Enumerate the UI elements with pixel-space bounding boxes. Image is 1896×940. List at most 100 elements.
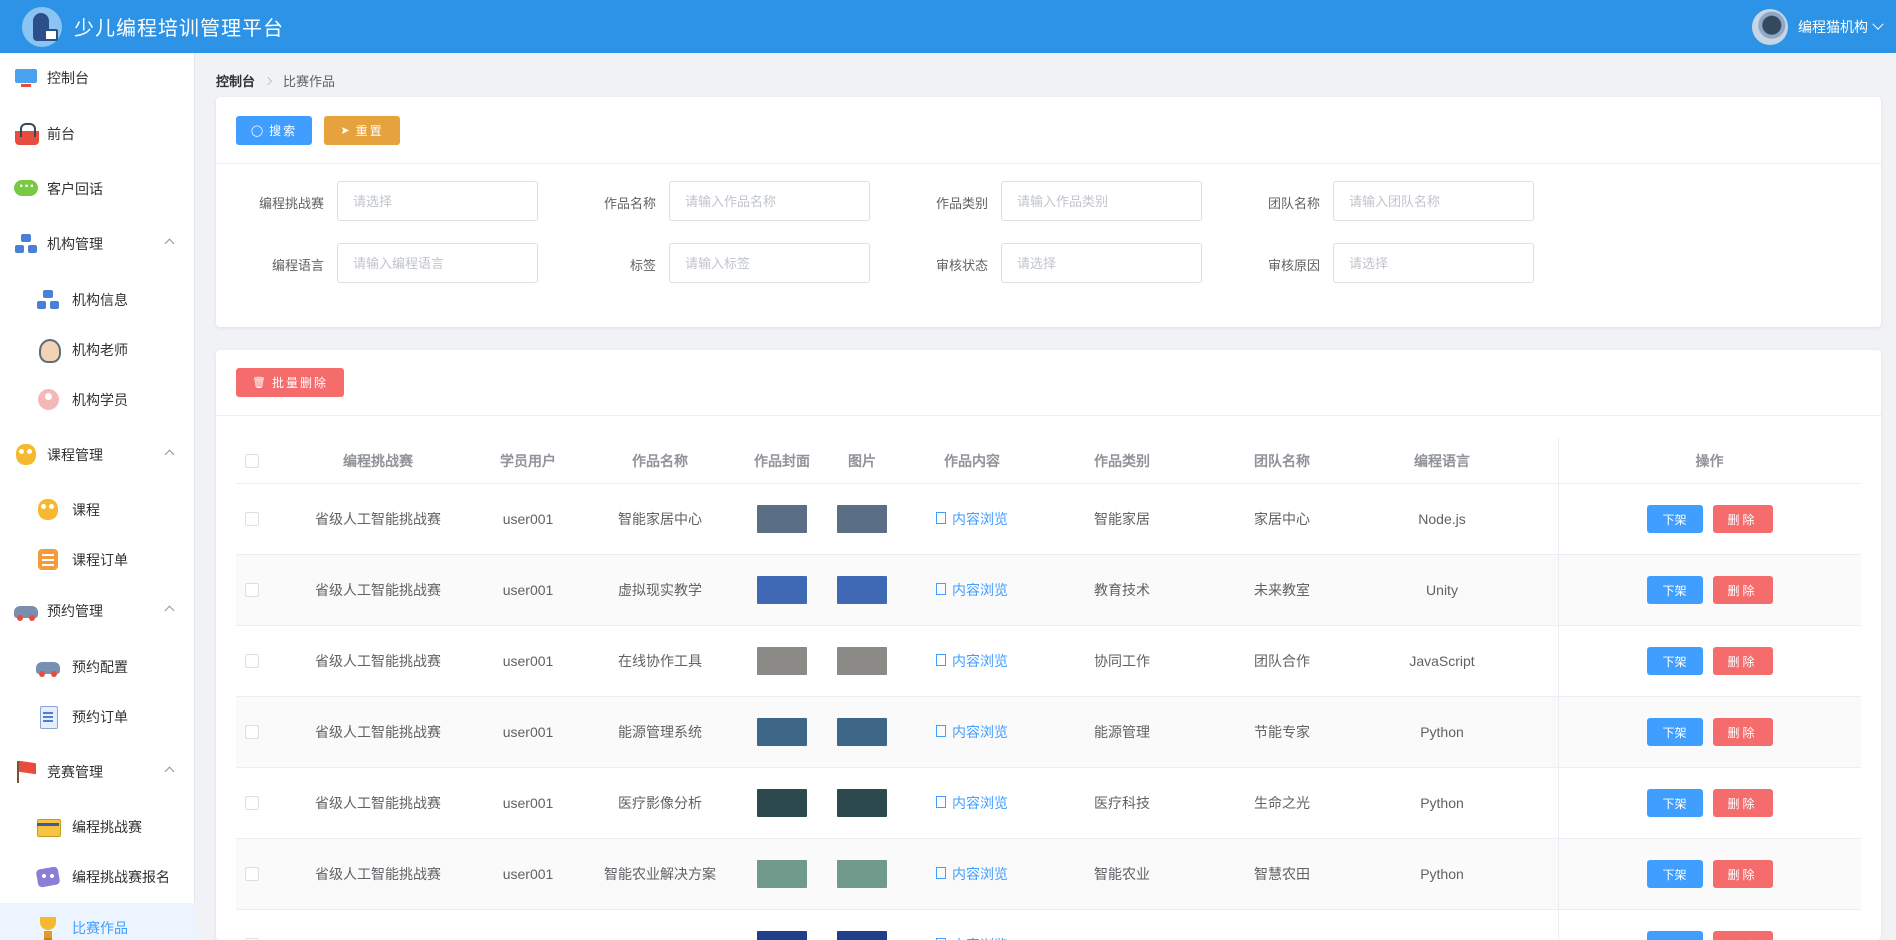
- content-browse-link[interactable]: 内容浏览: [936, 722, 1008, 742]
- row-checkbox[interactable]: [245, 512, 259, 526]
- works-table-panel: 🗑 批量删除 编程挑战赛 学员用户 作品名称 作品封面 图片 作品内容 作品类别 团队名称 编程…: [216, 350, 1881, 940]
- sidebar-item-label: 预约管理: [47, 603, 103, 619]
- row-checkbox[interactable]: [245, 654, 259, 668]
- cover-thumbnail[interactable]: [757, 718, 807, 746]
- filter-input[interactable]: [1001, 243, 1202, 283]
- image-thumbnail[interactable]: [837, 505, 887, 533]
- content-browse-link[interactable]: 内容浏览: [936, 935, 1008, 940]
- chevron-down-icon[interactable]: [1872, 18, 1884, 30]
- cover-thumbnail[interactable]: [757, 789, 807, 817]
- user-menu[interactable]: 编程猫机构: [1752, 0, 1884, 53]
- delete-button[interactable]: 删除: [1712, 860, 1773, 888]
- sidebar-item[interactable]: 预约配置: [0, 642, 195, 692]
- breadcrumb-home[interactable]: 控制台: [216, 71, 255, 90]
- user-name[interactable]: 编程猫机构: [1798, 17, 1868, 37]
- row-checkbox[interactable]: [245, 796, 259, 810]
- sidebar-item[interactable]: 控制台: [0, 53, 195, 103]
- contest-cell: 省级人工智能挑战赛: [315, 511, 441, 527]
- chevron-up-icon[interactable]: [164, 238, 175, 249]
- row-checkbox[interactable]: [245, 725, 259, 739]
- category-cell: 能源管理: [1094, 724, 1150, 740]
- image-thumbnail[interactable]: [837, 647, 887, 675]
- select-all-checkbox[interactable]: [245, 453, 259, 468]
- cover-thumbnail[interactable]: [757, 505, 807, 533]
- filter-input[interactable]: [337, 243, 538, 283]
- sidebar-item[interactable]: 机构管理: [0, 219, 195, 269]
- sidebar-item[interactable]: 编程挑战赛报名: [0, 852, 195, 902]
- sidebar-item[interactable]: 竞赛管理: [0, 747, 195, 797]
- content-cell: 内容浏览: [902, 555, 1042, 625]
- delete-button[interactable]: 删除: [1712, 576, 1773, 604]
- cover-thumbnail[interactable]: [757, 647, 807, 675]
- chevron-up-icon[interactable]: [164, 605, 175, 616]
- row-select-cell: [236, 555, 268, 625]
- search-button[interactable]: ◯ 搜索: [236, 116, 312, 145]
- top-header: 少儿编程培训管理平台 编程猫机构: [0, 0, 1896, 53]
- delete-button[interactable]: 删除: [1712, 505, 1773, 533]
- app-logo-icon[interactable]: [20, 5, 64, 49]
- filter-label: 作品类别: [935, 196, 988, 211]
- sidebar-item[interactable]: 课程订单: [0, 535, 195, 585]
- sidebar-item[interactable]: 课程: [0, 485, 195, 535]
- language-cell: Python: [1420, 724, 1464, 740]
- sidebar-item[interactable]: 机构信息: [0, 275, 195, 325]
- off-shelf-button[interactable]: 下架: [1646, 576, 1703, 604]
- filter-input[interactable]: [1001, 181, 1202, 221]
- delete-button[interactable]: 删除: [1712, 931, 1773, 940]
- student-icon: [36, 389, 62, 411]
- sidebar-item-label: 客户回话: [47, 181, 103, 197]
- sidebar-item[interactable]: 比赛作品: [0, 903, 195, 940]
- column-header: 编程挑战赛: [343, 452, 413, 469]
- sidebar: 控制台前台客户回话机构管理机构信息机构老师机构学员课程管理课程课程订单预约管理预…: [0, 53, 195, 940]
- filter-input[interactable]: [1333, 181, 1534, 221]
- delete-button[interactable]: 删除: [1712, 647, 1773, 675]
- row-checkbox[interactable]: [245, 867, 259, 881]
- avatar[interactable]: [1752, 8, 1788, 45]
- off-shelf-button[interactable]: 下架: [1646, 647, 1703, 675]
- image-thumbnail[interactable]: [837, 860, 887, 888]
- filter-input[interactable]: [337, 181, 538, 221]
- content-browse-link[interactable]: 内容浏览: [936, 651, 1008, 671]
- sidebar-item[interactable]: 客户回话: [0, 164, 195, 214]
- content-browse-link[interactable]: 内容浏览: [936, 793, 1008, 813]
- chevron-up-icon[interactable]: [164, 766, 175, 777]
- off-shelf-button[interactable]: 下架: [1646, 718, 1703, 746]
- off-shelf-button[interactable]: 下架: [1646, 505, 1703, 533]
- off-shelf-button[interactable]: 下架: [1646, 860, 1703, 888]
- category-cell: 智能农业: [1094, 866, 1150, 882]
- team-cell: 生命之光: [1254, 795, 1310, 811]
- content-browse-link[interactable]: 内容浏览: [936, 864, 1008, 884]
- delete-button[interactable]: 删除: [1712, 789, 1773, 817]
- content-browse-link[interactable]: 内容浏览: [936, 580, 1008, 600]
- sidebar-item[interactable]: 前台: [0, 109, 195, 159]
- image-thumbnail[interactable]: [837, 789, 887, 817]
- off-shelf-button[interactable]: 下架: [1646, 931, 1703, 940]
- image-thumbnail[interactable]: [837, 718, 887, 746]
- cover-thumbnail[interactable]: [757, 576, 807, 604]
- chevron-up-icon[interactable]: [164, 449, 175, 460]
- document-icon: [936, 796, 946, 808]
- cover-cell: [742, 484, 822, 554]
- off-shelf-button[interactable]: 下架: [1646, 789, 1703, 817]
- filter-input[interactable]: [669, 243, 870, 283]
- image-thumbnail[interactable]: [837, 576, 887, 604]
- content-browse-link[interactable]: 内容浏览: [936, 509, 1008, 529]
- batch-delete-button[interactable]: 🗑 批量删除: [236, 368, 344, 397]
- delete-button[interactable]: 删除: [1712, 718, 1773, 746]
- breadcrumb-current: 比赛作品: [283, 74, 336, 89]
- filter-input[interactable]: [1333, 243, 1534, 283]
- cover-thumbnail[interactable]: [757, 860, 807, 888]
- language-cell: [1362, 910, 1522, 940]
- row-checkbox[interactable]: [245, 583, 259, 597]
- filter-input[interactable]: [669, 181, 870, 221]
- flag-icon: [14, 761, 40, 783]
- reset-button[interactable]: ➤ 重置: [324, 116, 400, 145]
- sidebar-item[interactable]: 课程管理: [0, 430, 195, 480]
- sidebar-item[interactable]: 机构老师: [0, 325, 195, 375]
- image-thumbnail[interactable]: [837, 931, 887, 940]
- cover-thumbnail[interactable]: [757, 931, 807, 940]
- sidebar-item[interactable]: 预约管理: [0, 586, 195, 636]
- sidebar-item[interactable]: 编程挑战赛: [0, 802, 195, 852]
- sidebar-item[interactable]: 预约订单: [0, 692, 195, 742]
- sidebar-item[interactable]: 机构学员: [0, 375, 195, 425]
